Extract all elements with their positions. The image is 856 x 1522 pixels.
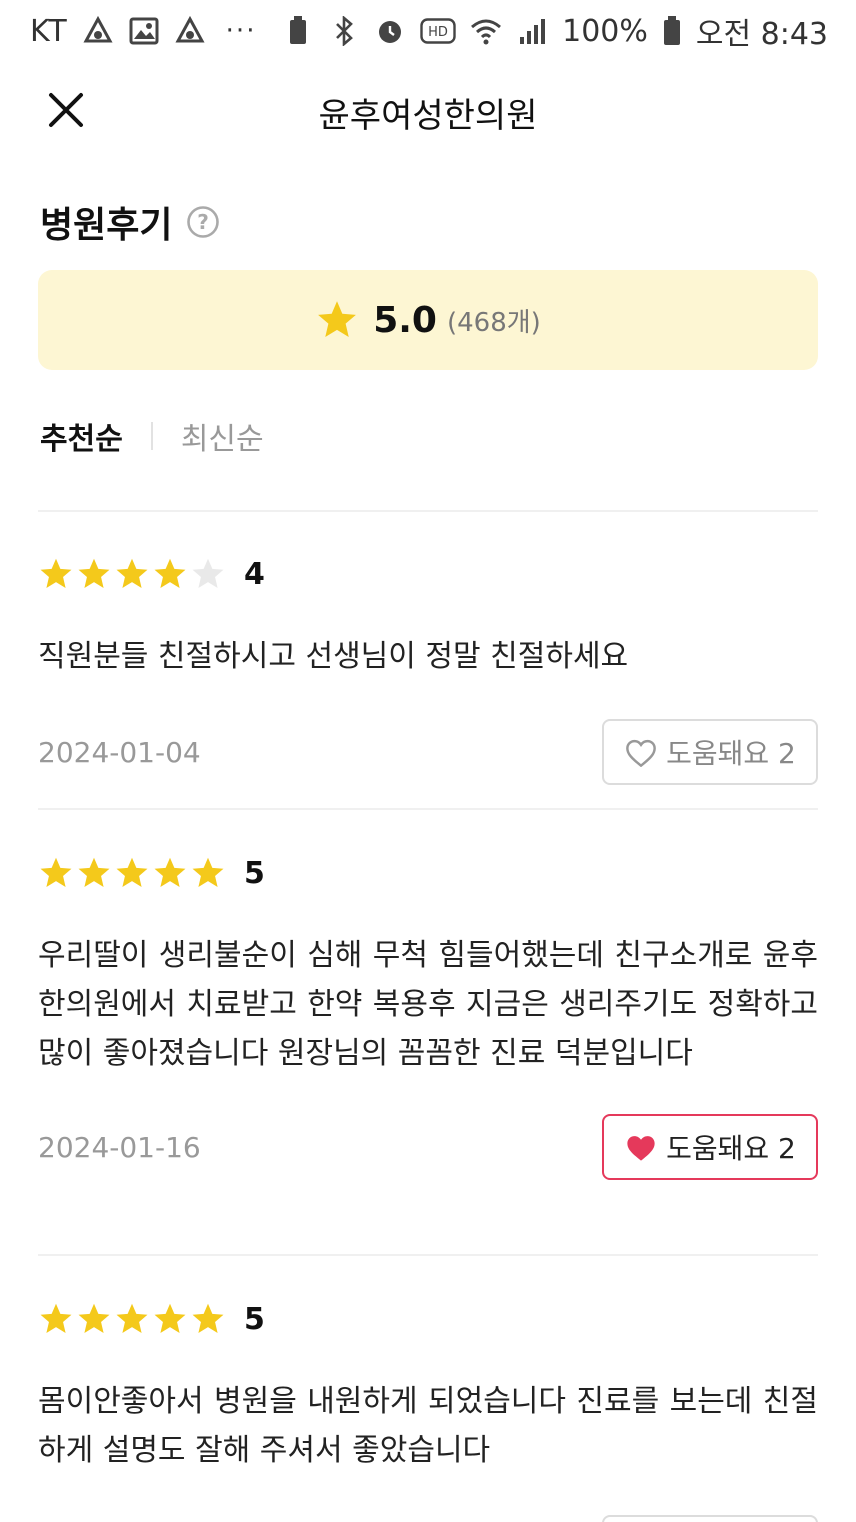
helpful-button[interactable]: 도움돼요 2 (602, 719, 818, 785)
star-icon (152, 855, 188, 891)
more-notifications-dots: ··· (225, 16, 257, 46)
status-bar: KT ··· HD 100% 오전 8:43 (0, 0, 856, 62)
review-footer: 2024-01-16 도움돼요 2 (38, 1114, 818, 1180)
hd-label: HD (428, 25, 448, 40)
app-notification-icon-2 (174, 15, 206, 47)
heart-icon (624, 737, 658, 768)
review-text: 직원분들 친절하시고 선생님이 정말 친절하세요 (38, 639, 629, 674)
review-stars: 5 (38, 1299, 818, 1339)
battery-percent: 100% (562, 13, 648, 49)
review-text: 몸이안좋아서 병원을 내원하게 되었습니다 진료를 보는데 친절하게 설명도 잘… (38, 1384, 818, 1468)
divider (38, 1254, 818, 1256)
divider (38, 808, 818, 810)
review-stars: 5 (38, 853, 818, 893)
sort-divider (150, 422, 153, 450)
wifi-icon (470, 15, 502, 47)
star-icon (152, 1301, 188, 1337)
star-icon (76, 556, 112, 592)
helpful-button[interactable] (602, 1515, 818, 1522)
rating-value: 5.0 (373, 299, 437, 341)
review-text: 우리딸이 생리불순이 심해 무척 힘들어했는데 친구소개로 윤후한의원에서 치료… (38, 938, 818, 1071)
status-bar-right: HD 100% 오전 8:43 (282, 9, 828, 53)
review-item: 5 몸이안좋아서 병원을 내원하게 되었습니다 진료를 보는데 친절하게 설명도… (38, 1299, 818, 1522)
battery-saver-icon (282, 15, 314, 47)
rating-count: (468개) (446, 307, 541, 338)
review-item: 5 우리딸이 생리불순이 심해 무척 힘들어했는데 친구소개로 윤후한의원에서 … (38, 853, 818, 1180)
signal-icon (516, 15, 548, 47)
star-icon (190, 1301, 226, 1337)
svg-text:?: ? (198, 210, 210, 234)
star-icon (38, 556, 74, 592)
star-icon (38, 1301, 74, 1337)
star-icon (114, 1301, 150, 1337)
review-date: 2024-01-04 (38, 735, 201, 769)
image-notification-icon (128, 15, 160, 47)
sort-tabs: 추천순 최신순 (40, 414, 264, 458)
review-date: 2024-01-16 (38, 1130, 201, 1164)
review-footer (38, 1515, 818, 1522)
star-icon (114, 556, 150, 592)
carrier-label: KT (30, 13, 68, 49)
helpful-label: 도움돼요 2 (666, 737, 796, 770)
clock: 오전 8:43 (695, 17, 828, 52)
review-stars: 4 (38, 554, 818, 594)
review-item: 4 직원분들 친절하시고 선생님이 정말 친절하세요 2024-01-04 도움… (38, 554, 818, 785)
star-icon (76, 1301, 112, 1337)
status-bar-left: KT ··· (30, 14, 256, 49)
review-score: 5 (244, 1301, 265, 1337)
star-icon (190, 855, 226, 891)
review-score: 5 (244, 855, 265, 891)
sort-tab-recommended[interactable]: 추천순 (40, 414, 123, 458)
heart-icon (624, 1132, 658, 1162)
app-notification-icon (82, 15, 114, 47)
star-icon (152, 556, 188, 592)
section-header: 병원후기 ? (40, 196, 220, 248)
alarm-icon (374, 15, 406, 47)
review-footer: 2024-01-04 도움돼요 2 (38, 719, 818, 785)
rating-summary: 5.0 (468개) (38, 270, 818, 370)
section-title: 병원후기 (40, 205, 173, 246)
star-icon (76, 855, 112, 891)
hd-voice-icon: HD (420, 15, 456, 47)
sort-tab-latest[interactable]: 최신순 (181, 414, 264, 458)
help-icon[interactable]: ? (186, 205, 220, 239)
helpful-label: 도움돼요 2 (666, 1132, 796, 1165)
helpful-button[interactable]: 도움돼요 2 (602, 1114, 818, 1180)
star-icon (38, 855, 74, 891)
battery-icon (662, 15, 682, 47)
star-icon (318, 301, 357, 338)
app-header: 윤후여성한의원 (0, 62, 856, 158)
divider (38, 510, 818, 512)
review-score: 4 (244, 556, 265, 592)
star-icon (114, 855, 150, 891)
page-title: 윤후여성한의원 (318, 96, 538, 136)
bluetooth-icon (328, 15, 360, 47)
star-icon (190, 556, 226, 592)
